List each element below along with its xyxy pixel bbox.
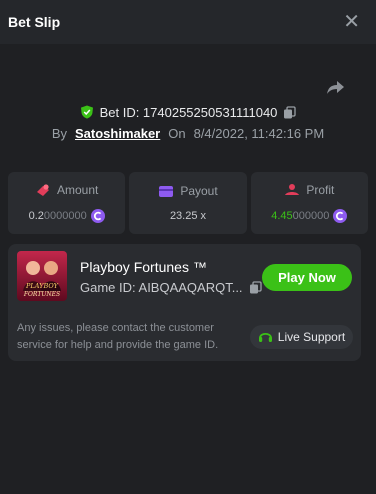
bettor-info: By Satoshimaker bbox=[52, 126, 160, 141]
stat-amount: Amount 0.20000000 bbox=[8, 172, 126, 234]
copy-game-id-icon[interactable] bbox=[249, 281, 262, 294]
username-link[interactable]: Satoshimaker bbox=[75, 126, 160, 141]
stat-profit-value: 4.45000000 bbox=[271, 209, 348, 223]
stat-payout-label: Payout bbox=[180, 184, 218, 198]
coin-icon bbox=[333, 209, 348, 223]
live-support-label: Live Support bbox=[277, 330, 346, 344]
verified-shield-icon bbox=[80, 105, 93, 119]
thumb-line1: PLAYBOY bbox=[25, 282, 59, 290]
support-help-text: Any issues, please contact the customer … bbox=[17, 322, 219, 351]
stat-payout-value: 23.25 x bbox=[170, 210, 206, 222]
bet-meta-row: By Satoshimaker On 8/4/2022, 11:42:16 PM bbox=[0, 124, 376, 142]
copy-bet-id-icon[interactable] bbox=[283, 105, 297, 119]
on-label: On bbox=[168, 125, 186, 141]
game-thumbnail-art: PLAYBOY FORTUNES bbox=[17, 251, 67, 301]
stat-payout-header: Payout bbox=[158, 184, 218, 198]
header-bar: Bet Slip ✕ bbox=[0, 0, 376, 44]
profit-icon bbox=[285, 184, 300, 195]
amount-icon bbox=[36, 184, 49, 196]
stat-payout: Payout 23.25 x bbox=[129, 172, 247, 234]
stat-profit: Profit 4.45000000 bbox=[250, 172, 368, 234]
bet-time-info: On 8/4/2022, 11:42:16 PM bbox=[168, 126, 324, 141]
game-id-text: Game ID: AIBQAAQARQT... bbox=[80, 280, 243, 295]
amount-value-zeros: 0000000 bbox=[43, 210, 87, 222]
thumb-line2: FORTUNES bbox=[23, 291, 60, 298]
live-support-button[interactable]: Live Support bbox=[250, 325, 353, 349]
bet-datetime: 8/4/2022, 11:42:16 PM bbox=[193, 125, 325, 141]
bet-stats: Amount 0.20000000 Payout 23.25 x Profit … bbox=[8, 172, 368, 234]
share-icon[interactable] bbox=[326, 77, 346, 97]
bet-id-text: Bet ID: 1740255250531111040 bbox=[99, 104, 278, 120]
page-title: Bet Slip bbox=[8, 14, 61, 30]
stat-amount-header: Amount bbox=[35, 183, 98, 197]
payout-value: 23.25 x bbox=[169, 210, 207, 222]
stat-profit-header: Profit bbox=[284, 183, 334, 197]
stat-profit-label: Profit bbox=[306, 183, 335, 197]
game-card: PLAYBOY FORTUNES Playboy Fortunes ™ Game… bbox=[8, 244, 361, 361]
stat-amount-value: 0.20000000 bbox=[29, 209, 105, 223]
game-thumbnail[interactable]: PLAYBOY FORTUNES bbox=[17, 251, 67, 301]
profit-value-zeros: 000000 bbox=[292, 210, 330, 222]
play-now-button[interactable]: Play Now bbox=[262, 264, 352, 291]
amount-value-main: 0.2 bbox=[28, 210, 44, 222]
stat-amount-label: Amount bbox=[56, 183, 99, 197]
profit-value-main: 4.45 bbox=[271, 210, 293, 222]
by-label: By bbox=[51, 125, 67, 141]
bet-id-row: Bet ID: 1740255250531111040 bbox=[0, 102, 376, 122]
game-id-row: Game ID: AIBQAAQARQT... bbox=[80, 280, 262, 295]
headset-icon bbox=[258, 332, 272, 342]
close-icon[interactable]: ✕ bbox=[343, 12, 360, 32]
payout-icon bbox=[159, 185, 174, 197]
coin-icon bbox=[90, 209, 105, 223]
game-name: Playboy Fortunes ™ bbox=[80, 259, 207, 275]
